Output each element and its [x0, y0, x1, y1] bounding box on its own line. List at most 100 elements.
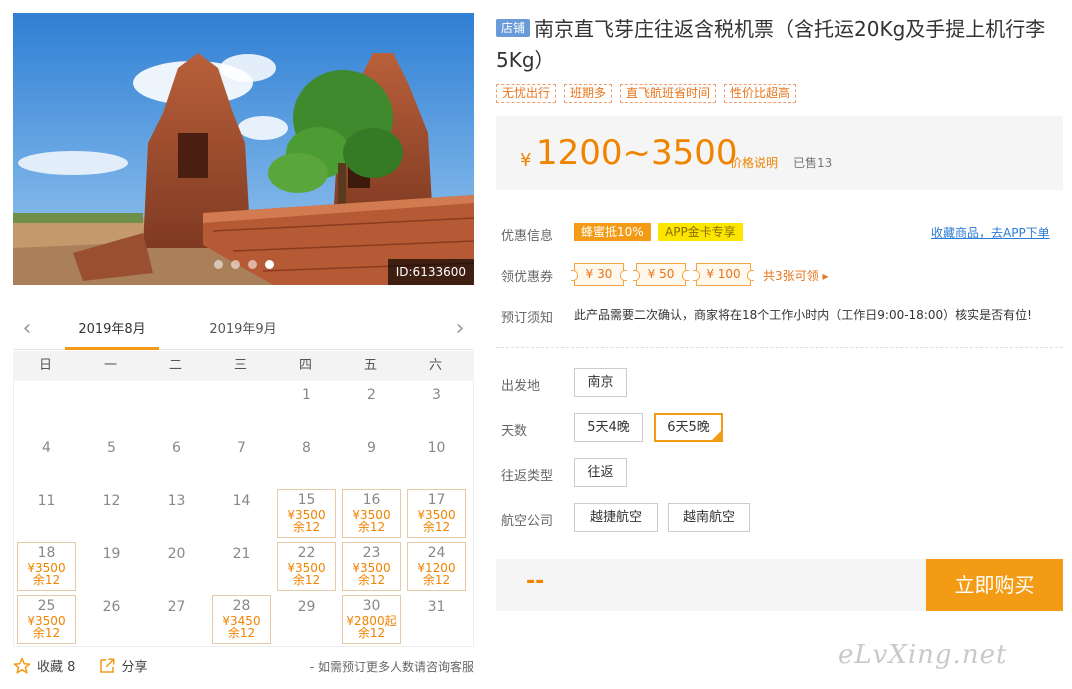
share-button[interactable]: 分享	[98, 656, 148, 675]
product-title-text: 南京直飞芽庄往返含税机票（含托运20Kg及手提上机行李5Kg）	[496, 17, 1046, 72]
coupons-total-link[interactable]: 共3张可领 ▸	[763, 267, 828, 284]
option-days-5d4n[interactable]: 5天4晚	[574, 413, 643, 442]
calendar-day-available[interactable]: 17 ¥3500 余12	[407, 489, 466, 538]
weekday-label: 二	[168, 358, 182, 373]
calendar-day-number: 31	[427, 599, 446, 615]
calendar-day-number: 4	[42, 440, 51, 456]
coupon-100-button[interactable]: ¥ 100	[693, 263, 754, 286]
calendar-day-available[interactable]: 15 ¥3500 余12	[277, 489, 336, 538]
weekday-label: 三	[233, 358, 247, 373]
calendar-day-available[interactable]: 22 ¥3500 余12	[277, 542, 336, 591]
calendar-day-available[interactable]: 16 ¥3500 余12	[342, 489, 401, 538]
coupon-50-button[interactable]: ¥ 50	[633, 263, 689, 286]
calendar-day-number: 11	[37, 493, 56, 509]
app-gold-card-badge: APP金卡专享	[658, 223, 743, 241]
calendar-empty-cell	[79, 381, 144, 434]
feature-tag: 性价比超高	[724, 84, 797, 103]
calendar-day-number: 15	[297, 492, 316, 508]
share-icon	[99, 658, 115, 673]
calendar-day: 19	[79, 540, 144, 593]
coupon-30-button[interactable]: ¥ 30	[571, 263, 627, 286]
calendar-prev-arrow-icon[interactable]: ‹	[19, 318, 35, 340]
product-title: 店铺 南京直飞芽庄往返含税机票（含托运20Kg及手提上机行李5Kg）	[496, 14, 1066, 76]
site-watermark: eLvXing.net	[838, 640, 1008, 670]
calendar-day-number: 3	[432, 387, 441, 403]
calendar-day: 4	[14, 434, 79, 487]
calendar-next-arrow-icon[interactable]: ›	[452, 318, 468, 340]
sold-count: 已售13	[793, 156, 833, 170]
calendar-day-available[interactable]: 18 ¥3500 余12	[17, 542, 76, 591]
calendar-empty-cell	[209, 381, 274, 434]
option-airline-vietjet[interactable]: 越捷航空	[574, 503, 658, 532]
price-range: 1200~3500	[536, 133, 738, 173]
calendar-day: 29	[274, 593, 339, 646]
carousel-dot-active[interactable]	[264, 260, 274, 269]
promotions-label: 优惠信息	[501, 229, 554, 244]
calendar-day-number: 16	[362, 492, 381, 508]
photo-id-label: ID:6133600	[387, 259, 474, 285]
calendar-empty-cell	[14, 381, 79, 434]
calendar-day: 27	[144, 593, 209, 646]
calendar-day-number: 17	[427, 492, 446, 508]
carousel-dot[interactable]	[230, 260, 240, 269]
calendar-day: 9	[339, 434, 404, 487]
feature-tag: 直飞航班省时间	[620, 84, 717, 103]
calendar-day-available[interactable]: 25 ¥3500 余12	[17, 595, 76, 644]
calendar-day-available[interactable]: 28 ¥3450 余12	[212, 595, 271, 644]
currency-symbol: ¥	[520, 150, 532, 171]
calendar-day: 12	[79, 487, 144, 540]
option-days-6d5n-selected[interactable]: 6天5晚	[654, 413, 723, 442]
airline-label: 航空公司	[501, 514, 554, 529]
favorite-app-order-link[interactable]: 收藏商品，去APP下单	[931, 224, 1050, 241]
carousel-dot[interactable]	[213, 260, 223, 269]
option-trip-roundtrip[interactable]: 往返	[574, 458, 627, 487]
product-photo[interactable]: ID:6133600	[13, 13, 474, 285]
calendar-day-available[interactable]: 23 ¥3500 余12	[342, 542, 401, 591]
calendar-day-number: 6	[172, 440, 181, 456]
calendar-day-stock: 余12	[32, 573, 61, 587]
calendar-day-number: 27	[167, 599, 186, 615]
calendar-day: 10	[404, 434, 469, 487]
option-departure-nanjing[interactable]: 南京	[574, 368, 627, 397]
weekday-label: 日	[38, 358, 52, 373]
calendar-day: 7	[209, 434, 274, 487]
calendar-day: 2	[339, 381, 404, 434]
feature-tag: 班期多	[564, 84, 613, 103]
calendar-day-number: 18	[37, 545, 56, 561]
price-box: ¥ 1200~3500 价格说明 已售13	[496, 116, 1063, 190]
days-label: 天数	[501, 424, 528, 439]
calendar-day-number: 23	[362, 545, 381, 561]
calendar-day: 13	[144, 487, 209, 540]
weekday-label: 一	[103, 358, 117, 373]
calendar-day-number: 2	[367, 387, 376, 403]
calendar-day-number: 13	[167, 493, 186, 509]
price-explain-link[interactable]: 价格说明	[730, 154, 778, 171]
calendar-day-number: 21	[232, 546, 251, 562]
calendar-day-number: 7	[237, 440, 246, 456]
favorite-button[interactable]: 收藏 8	[13, 656, 75, 675]
calendar-day: 1	[274, 381, 339, 434]
calendar-day-available[interactable]: 30 ¥2800起 余12	[342, 595, 401, 644]
calendar-day-number: 25	[37, 598, 56, 614]
group-booking-note: - 如需预订更多人数请咨询客服	[309, 660, 474, 674]
calendar-day-stock: 余12	[32, 626, 61, 640]
calendar-day: 6	[144, 434, 209, 487]
calendar-grid: 1 2 3 4 5 6 7 8 9 10 11 12 13 14 15 ¥3500 余12 16 ¥3500 余12 1…	[13, 381, 474, 647]
booking-notice-text: 此产品需要二次确认，商家将在18个工作小时内（工作日9:00-18:00）核实是…	[574, 308, 1032, 322]
calendar-tab-current-month[interactable]: 2019年8月	[65, 312, 159, 350]
temple-photo-illustration	[13, 13, 474, 285]
calendar-day-stock: 余12	[357, 626, 386, 640]
calendar-day-number: 8	[302, 440, 311, 456]
calendar-day-available[interactable]: 24 ¥1200 余12	[407, 542, 466, 591]
calendar-day: 11	[14, 487, 79, 540]
weekday-label: 六	[428, 358, 442, 373]
calendar-day-stock: 余12	[292, 520, 321, 534]
calendar-tab-next-month[interactable]: 2019年9月	[198, 312, 288, 350]
calendar-day-stock: 余12	[422, 520, 451, 534]
carousel-dot[interactable]	[247, 260, 257, 269]
calendar-day: 21	[209, 540, 274, 593]
buy-now-button[interactable]: 立即购买	[926, 559, 1063, 611]
calendar-day-number: 20	[167, 546, 186, 562]
option-airline-vietnam-airlines[interactable]: 越南航空	[668, 503, 750, 532]
section-divider	[496, 347, 1063, 348]
